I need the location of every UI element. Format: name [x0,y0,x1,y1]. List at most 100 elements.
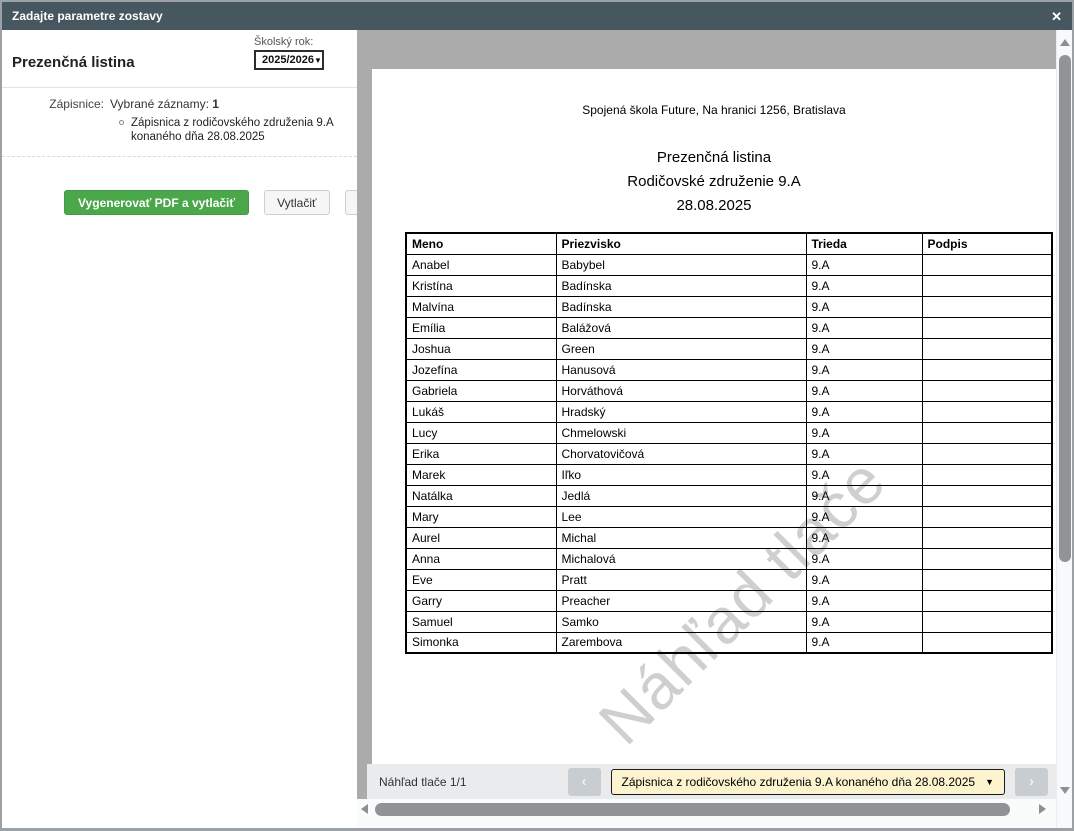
dialog-title: Zadajte parametre zostavy [12,9,163,23]
scroll-left-icon[interactable] [361,804,368,814]
table-cell: Zarembova [556,632,806,653]
table-cell [922,422,1052,443]
table-cell: Green [556,338,806,359]
table-cell: 9.A [806,359,922,380]
table-cell: 9.A [806,317,922,338]
table-cell: 9.A [806,485,922,506]
dialog-titlebar: Zadajte parametre zostavy ✕ [2,2,1072,30]
table-cell [922,464,1052,485]
table-cell: Garry [406,590,556,611]
table-row: AnnaMichalová9.A [406,548,1052,569]
table-row: LukášHradský9.A [406,401,1052,422]
table-cell: 9.A [806,506,922,527]
school-year-value: 2025/2026 [262,54,314,66]
preview-bottom-bar: Náhľad tlače 1/1 ‹ Zápisnica z rodičovsk… [367,764,1056,799]
table-cell: 9.A [806,569,922,590]
table-cell: Jedlá [556,485,806,506]
table-cell: 9.A [806,632,922,653]
action-buttons: Vygenerovať PDF a vytlačiť Vytlačiť Zruš… [2,157,357,215]
table-cell [922,296,1052,317]
table-cell: Eve [406,569,556,590]
table-cell: 9.A [806,422,922,443]
table-cell: Anna [406,548,556,569]
table-cell: Samuel [406,611,556,632]
chevron-down-icon: ▼ [985,777,994,787]
table-cell: Iľko [556,464,806,485]
table-cell [922,359,1052,380]
close-icon[interactable]: ✕ [1051,10,1062,23]
vertical-scrollbar[interactable] [1056,30,1072,828]
table-cell: Horváthová [556,380,806,401]
table-cell: Badínska [556,275,806,296]
table-cell [922,632,1052,653]
selected-records-count: 1 [212,97,219,111]
print-button[interactable]: Vytlačiť [264,190,329,215]
table-cell [922,527,1052,548]
generate-pdf-button[interactable]: Vygenerovať PDF a vytlačiť [64,190,249,215]
table-cell: Babybel [556,254,806,275]
table-cell: 9.A [806,401,922,422]
vertical-scrollbar-thumb[interactable] [1059,55,1071,562]
scroll-up-icon[interactable] [1060,39,1070,46]
table-cell: Joshua [406,338,556,359]
table-row: EmíliaBalážová9.A [406,317,1052,338]
table-cell: Natálka [406,485,556,506]
table-cell: Anabel [406,254,556,275]
table-cell [922,506,1052,527]
table-cell: Simonka [406,632,556,653]
table-row: KristínaBadínska9.A [406,275,1052,296]
table-row: MalvínaBadínska9.A [406,296,1052,317]
document-subtitle: Rodičovské združenie 9.A [372,170,1056,194]
table-cell [922,485,1052,506]
print-preview-area: Náhľad tlače Spojená škola Future, Na hr… [357,30,1056,828]
chevron-left-icon: ‹ [582,773,587,790]
table-cell: 9.A [806,611,922,632]
chevron-right-icon: › [1029,773,1034,790]
horizontal-scrollbar[interactable] [357,799,1056,828]
table-row: JoshuaGreen9.A [406,338,1052,359]
record-select-dropdown[interactable]: Zápisnica z rodičovského združenia 9.A k… [611,769,1006,795]
table-row: GarryPreacher9.A [406,590,1052,611]
table-cell: Hradský [556,401,806,422]
table-cell: Lee [556,506,806,527]
school-year-label: Školský rok: [254,36,324,48]
table-row: AurelMichal9.A [406,527,1052,548]
school-header-line: Spojená škola Future, Na hranici 1256, B… [372,103,1056,117]
selected-record-text: Zápisnica z rodičovského združenia 9.A k… [131,116,346,144]
preview-page: Náhľad tlače Spojená škola Future, Na hr… [372,69,1056,764]
school-year-select[interactable]: 2025/2026 ▼ [254,50,324,70]
table-column-header: Meno [406,233,556,254]
table-header-row: MenoPriezviskoTriedaPodpis [406,233,1052,254]
table-cell: Malvína [406,296,556,317]
table-cell: Lukáš [406,401,556,422]
table-cell: 9.A [806,380,922,401]
table-row: NatálkaJedlá9.A [406,485,1052,506]
table-cell: Marek [406,464,556,485]
table-cell [922,254,1052,275]
table-row: JozefínaHanusová9.A [406,359,1052,380]
next-record-button[interactable]: › [1015,768,1048,796]
table-cell: Pratt [556,569,806,590]
document-date: 28.08.2025 [372,194,1056,218]
table-cell [922,443,1052,464]
horizontal-scrollbar-thumb[interactable] [375,803,1010,816]
table-cell: Chorvatovičová [556,443,806,464]
table-cell: 9.A [806,590,922,611]
table-cell: Lucy [406,422,556,443]
table-cell [922,548,1052,569]
table-cell [922,275,1052,296]
table-cell: Preacher [556,590,806,611]
scroll-down-icon[interactable] [1060,787,1070,794]
table-column-header: Podpis [922,233,1052,254]
table-cell: Jozefína [406,359,556,380]
table-row: EvePratt9.A [406,569,1052,590]
chevron-down-icon: ▼ [314,56,322,65]
table-row: ErikaChorvatovičová9.A [406,443,1052,464]
parameters-panel: Prezenčná listina Školský rok: 2025/2026… [2,30,357,828]
table-row: GabrielaHorváthová9.A [406,380,1052,401]
table-cell [922,380,1052,401]
table-cell: 9.A [806,464,922,485]
table-cell [922,611,1052,632]
previous-record-button[interactable]: ‹ [568,768,601,796]
scroll-right-icon[interactable] [1039,804,1046,814]
